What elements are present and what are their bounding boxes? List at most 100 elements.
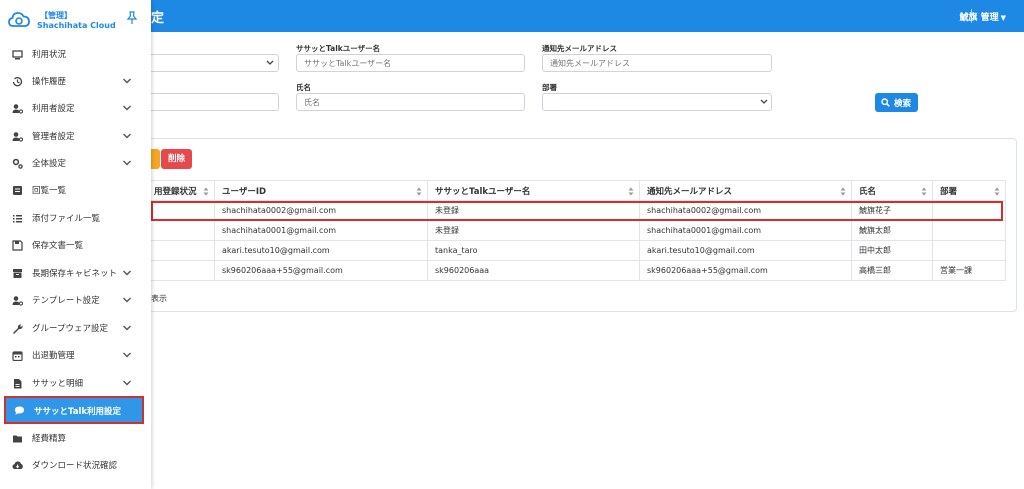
chevron-down-icon: [123, 352, 131, 358]
table-cell: sk960206aaa: [427, 260, 640, 281]
sort-icon[interactable]: [628, 187, 634, 196]
table-cell: [146, 240, 215, 261]
sidebar: 【管理】 Shachihata Cloud 利用状況操作履歴利用者設定管理者設定…: [0, 0, 151, 489]
sort-icon[interactable]: [840, 187, 846, 196]
user-id-input[interactable]: [146, 93, 279, 111]
list-box-icon: [13, 186, 22, 195]
column-header-label: 用登録状況: [154, 186, 197, 197]
table-footer-info: 表示: [151, 294, 167, 303]
table-cell: [146, 220, 215, 241]
brand-name: Shachihata Cloud: [37, 21, 116, 30]
chevron-down-icon: [123, 105, 131, 111]
column-header-label: 氏名: [859, 186, 877, 197]
sidebar-item-16[interactable]: ダウンロード状況確認: [0, 452, 151, 479]
cloud-logo-icon: [8, 12, 30, 27]
sidebar-item-2[interactable]: 操作履歴: [0, 68, 151, 95]
table-row[interactable]: shachihata0002@gmail.com 未登録 shachihata000…: [146, 200, 1006, 221]
table-row[interactable]: akari.tesuto10@gmail.com tanka_taro akari.…: [146, 240, 1006, 261]
notify-email-input[interactable]: [542, 54, 772, 72]
sort-icon[interactable]: [921, 187, 927, 196]
search-button[interactable]: 検索: [875, 93, 918, 112]
sidebar-item-1[interactable]: 利用状況: [0, 41, 151, 68]
sort-icon[interactable]: [994, 187, 1000, 196]
sidebar-item-15[interactable]: 経費精算: [0, 425, 151, 452]
table-cell: 鯱旗花子: [851, 200, 933, 221]
registration-status-select[interactable]: [146, 54, 279, 72]
sort-icon[interactable]: [416, 187, 422, 196]
save-icon: [12, 240, 23, 251]
sidebar-item-label: 操作履歴: [32, 77, 67, 87]
history-icon: [12, 77, 23, 87]
chevron-down-icon: [123, 270, 131, 276]
user-name: 鯱旗 管理: [959, 13, 999, 23]
sidebar-item-12[interactable]: 出退勤管理: [0, 342, 151, 369]
table-body: shachihata0002@gmail.com 未登録 shachihata000…: [146, 200, 1006, 281]
sidebar-item-label: テンプレート設定: [32, 296, 100, 306]
table-cell: 高橋三郎: [851, 260, 933, 281]
dept-label: 部署: [542, 83, 557, 92]
admin-gear-icon: [12, 132, 23, 142]
cloud-download-icon: [12, 461, 23, 469]
sidebar-item-label: ササッとTalk利用設定: [34, 407, 122, 417]
calendar-icon: [12, 351, 23, 361]
table-row[interactable]: sk960206aaa+55@gmail.com sk960206aaa sk960…: [146, 260, 1006, 281]
table-cell: shachihata0002@gmail.com: [639, 200, 852, 221]
name-input[interactable]: [296, 93, 525, 111]
column-header[interactable]: 用登録状況: [146, 180, 215, 201]
sidebar-item-13[interactable]: ササッと明細: [0, 370, 151, 397]
column-header[interactable]: ユーザーID: [214, 180, 428, 201]
chevron-down-icon: [123, 325, 131, 331]
table-cell: shachihata0001@gmail.com: [639, 220, 852, 241]
sidebar-item-10[interactable]: テンプレート設定: [0, 287, 151, 314]
sidebar-item-label: 利用状況: [32, 50, 67, 60]
sidebar-item-label: グループウェア設定: [32, 324, 108, 334]
table-row[interactable]: shachihata0001@gmail.com 未登録 shachihata000…: [146, 220, 1006, 241]
sidebar-item-label: 長期保存キャビネット: [32, 269, 118, 279]
talk-user-label: ササッとTalkユーザー名: [296, 44, 381, 53]
sidebar-item-talk-settings-active[interactable]: ササッとTalk利用設定: [4, 396, 144, 424]
sidebar-item-9[interactable]: 長期保存キャビネット: [0, 260, 151, 287]
sidebar-item-label: 出退勤管理: [32, 351, 75, 361]
caret-down-icon: ▼: [1000, 14, 1006, 22]
column-header[interactable]: 通知先メールアドレス: [639, 180, 852, 201]
sidebar-item-4[interactable]: 管理者設定: [0, 123, 151, 150]
action-button-partial[interactable]: [151, 149, 160, 169]
column-header[interactable]: 氏名: [851, 180, 933, 201]
table-cell: [932, 200, 1006, 221]
search-button-label: 検索: [894, 99, 912, 109]
sidebar-item-8[interactable]: 保存文書一覧: [0, 232, 151, 259]
delete-button[interactable]: 削除: [161, 149, 192, 169]
sidebar-item-label: 経費精算: [32, 434, 67, 444]
pin-icon[interactable]: [126, 11, 138, 25]
column-header-label: ユーザーID: [222, 186, 267, 197]
sidebar-item-5[interactable]: 全体設定: [0, 150, 151, 177]
user-menu[interactable]: 鯱旗 管理 ▼: [959, 10, 1006, 23]
sidebar-item-3[interactable]: 利用者設定: [0, 95, 151, 122]
sidebar-item-label: 管理者設定: [32, 132, 75, 142]
talk-user-input[interactable]: [296, 54, 525, 72]
sidebar-item-label: 保存文書一覧: [32, 241, 84, 251]
table-cell: [932, 240, 1006, 261]
sort-icon[interactable]: [203, 187, 209, 196]
column-header[interactable]: ササッとTalkユーザー名: [427, 180, 640, 201]
folder-icon: [13, 435, 22, 443]
sidebar-item-6[interactable]: 回覧一覧: [0, 177, 151, 204]
sidebar-item-11[interactable]: グループウェア設定: [0, 315, 151, 342]
chat-icon: [15, 406, 24, 415]
chevron-down-icon: [123, 380, 131, 386]
chevron-down-icon: [123, 160, 131, 166]
dept-select[interactable]: [542, 93, 772, 111]
column-header[interactable]: 部署: [932, 180, 1006, 201]
table-header-row: 用登録状況 ユーザーID ササッとTalkユーザー名 通知先メールアドレス 氏名 部署: [146, 180, 1006, 201]
document-icon: [14, 379, 22, 389]
table-cell: 鯱旗太郎: [851, 220, 933, 241]
notify-email-label: 通知先メールアドレス: [542, 44, 617, 53]
brand[interactable]: 【管理】 Shachihata Cloud: [0, 0, 151, 40]
table-cell: 田中太郎: [851, 240, 933, 261]
chevron-down-icon: [123, 297, 131, 303]
template-user-icon: [12, 296, 23, 306]
users-table: 用登録状況 ユーザーID ササッとTalkユーザー名 通知先メールアドレス 氏名 部署 s…: [146, 180, 1006, 281]
sidebar-item-7[interactable]: 添付ファイル一覧: [0, 205, 151, 232]
table-cell: [146, 200, 215, 221]
chevron-down-icon: [760, 99, 768, 104]
